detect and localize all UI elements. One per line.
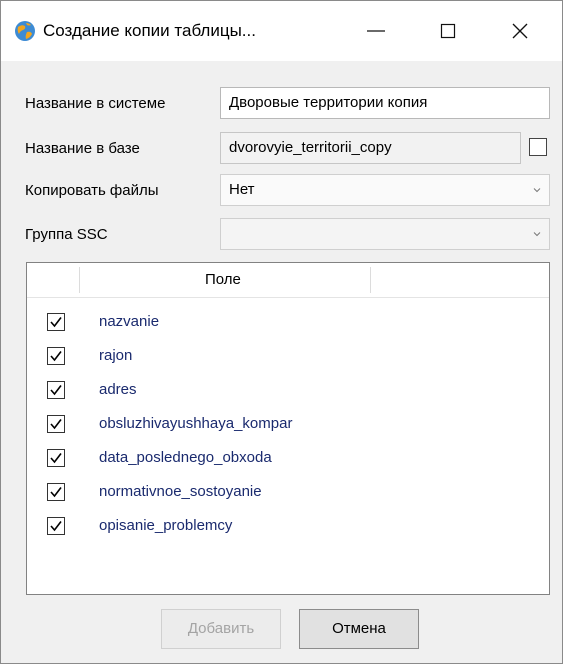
field-name: data_poslednego_obxoda	[99, 449, 272, 466]
chevron-down-icon	[533, 188, 541, 193]
add-button[interactable]: Добавить	[161, 609, 281, 649]
minimize-button[interactable]	[347, 1, 405, 61]
table-header: Поле	[27, 263, 549, 298]
field-name: obsluzhivayushhaya_kompar	[99, 415, 293, 432]
checkmark-icon	[50, 419, 62, 430]
db-name-label: Название в базе	[25, 140, 140, 157]
cancel-button[interactable]: Отмена	[299, 609, 419, 649]
ssc-group-select[interactable]	[220, 218, 550, 250]
maximize-icon	[440, 23, 456, 39]
checkmark-icon	[50, 521, 62, 532]
field-name: nazvanie	[99, 313, 160, 330]
title-bar[interactable]: Создание копии таблицы...	[1, 1, 562, 61]
column-divider	[79, 267, 80, 293]
copy-files-label: Копировать файлы	[25, 182, 159, 199]
checkmark-icon	[50, 351, 62, 362]
checkmark-icon	[50, 487, 62, 498]
copy-table-dialog: Создание копии таблицы... Название в сис…	[0, 0, 563, 664]
field-column-header[interactable]: Поле	[205, 270, 241, 290]
window-title: Создание копии таблицы...	[43, 21, 256, 40]
field-name: normativnoe_sostoyanie	[99, 483, 262, 500]
checkmark-icon	[50, 453, 62, 464]
fields-table[interactable]: Поле nazvanie rajon adres obsluzhivayush…	[26, 262, 550, 595]
column-divider	[370, 267, 371, 293]
field-name: adres	[99, 381, 137, 398]
table-row[interactable]: adres	[27, 373, 549, 407]
checkmark-icon	[50, 317, 62, 328]
row-checkbox[interactable]	[47, 449, 65, 467]
table-row[interactable]: normativnoe_sostoyanie	[27, 475, 549, 509]
field-name: rajon	[99, 347, 133, 364]
db-name-edit-checkbox[interactable]	[529, 138, 547, 156]
copy-files-select[interactable]: Нет	[220, 174, 550, 206]
chevron-down-icon	[533, 232, 541, 237]
table-row[interactable]: rajon	[27, 339, 549, 373]
system-name-value: Дворовые территории копия	[229, 94, 428, 111]
checkmark-icon	[50, 385, 62, 396]
row-checkbox[interactable]	[47, 517, 65, 535]
system-name-label: Название в системе	[25, 95, 166, 112]
table-row[interactable]: nazvanie	[27, 305, 549, 339]
system-name-input[interactable]: Дворовые территории копия	[220, 87, 550, 119]
copy-files-value: Нет	[229, 181, 255, 198]
globe-icon	[14, 20, 36, 42]
row-checkbox[interactable]	[47, 381, 65, 399]
field-name: opisanie_problemcy	[99, 517, 233, 534]
table-row[interactable]: data_poslednego_obxoda	[27, 441, 549, 475]
minimize-icon	[367, 30, 385, 32]
close-button[interactable]	[491, 1, 549, 61]
db-name-input[interactable]: dvorovyie_territorii_copy	[220, 132, 521, 164]
row-checkbox[interactable]	[47, 313, 65, 331]
table-row[interactable]: opisanie_problemcy	[27, 509, 549, 543]
table-row[interactable]: obsluzhivayushhaya_kompar	[27, 407, 549, 441]
db-name-value: dvorovyie_territorii_copy	[229, 139, 392, 156]
maximize-button[interactable]	[419, 1, 477, 61]
row-checkbox[interactable]	[47, 347, 65, 365]
close-icon	[512, 23, 528, 39]
row-checkbox[interactable]	[47, 415, 65, 433]
row-checkbox[interactable]	[47, 483, 65, 501]
ssc-group-label: Группа SSC	[25, 226, 108, 243]
